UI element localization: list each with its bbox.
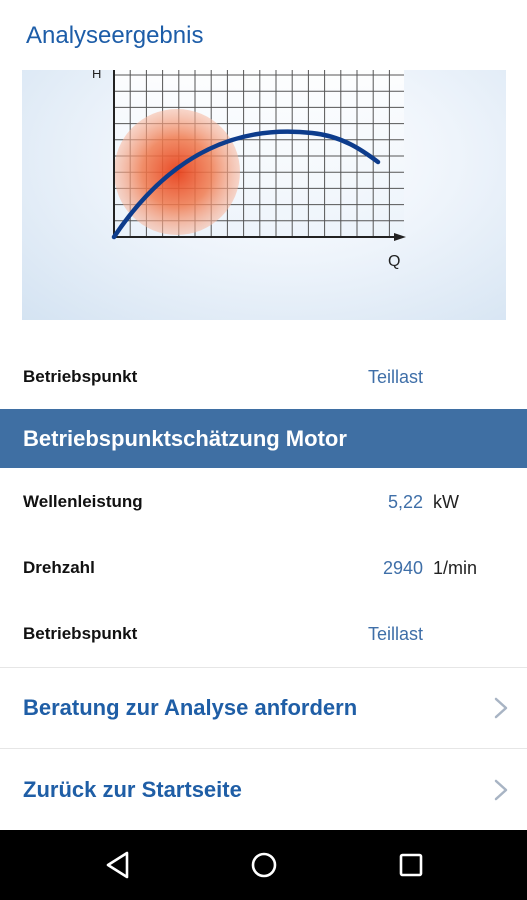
request-consultation-label: Beratung zur Analyse anfordern	[23, 695, 358, 720]
detail-unit: kW	[433, 491, 459, 512]
operating-point-hotspot	[114, 109, 240, 235]
detail-value: 2940	[382, 557, 423, 578]
detail-label: Drehzahl	[23, 558, 95, 577]
home-circle-icon[interactable]	[249, 850, 279, 880]
app-header: Analyseergebnis	[0, 0, 527, 70]
summary-value: Teillast	[367, 366, 423, 387]
chevron-right-icon	[494, 697, 508, 719]
divider	[0, 748, 527, 749]
summary-row: Betriebspunkt Teillast	[0, 344, 527, 410]
detail-value: Teillast	[367, 623, 423, 644]
detail-row-drehzahl: Drehzahl 2940 1/min	[0, 535, 527, 601]
back-to-start-label: Zurück zur Startseite	[23, 777, 242, 802]
y-axis-label: H	[92, 70, 101, 81]
pump-curve-chart: H Q	[92, 70, 406, 270]
detail-unit: 1/min	[433, 557, 478, 578]
chevron-right-icon	[494, 779, 508, 801]
pump-curve-illustration: H Q	[22, 70, 506, 320]
detail-value: 5,22	[387, 491, 423, 512]
back-triangle-icon[interactable]	[103, 850, 133, 880]
system-navigation-bar	[0, 830, 527, 900]
detail-row-wellenleistung: Wellenleistung 5,22 kW	[0, 469, 527, 535]
summary-label: Betriebspunkt	[23, 367, 138, 386]
detail-row-betriebspunkt: Betriebspunkt Teillast	[0, 601, 527, 667]
detail-label: Wellenleistung	[23, 492, 143, 511]
request-consultation-link[interactable]: Beratung zur Analyse anfordern	[0, 668, 527, 748]
section-header: Betriebspunktschätzung Motor	[0, 409, 527, 468]
section-title: Betriebspunktschätzung Motor	[23, 425, 347, 451]
x-axis-label: Q	[388, 253, 400, 270]
page-title: Analyseergebnis	[26, 22, 204, 49]
detail-label: Betriebspunkt	[23, 624, 138, 643]
back-to-start-link[interactable]: Zurück zur Startseite	[0, 750, 527, 830]
recents-square-icon[interactable]	[396, 850, 426, 880]
